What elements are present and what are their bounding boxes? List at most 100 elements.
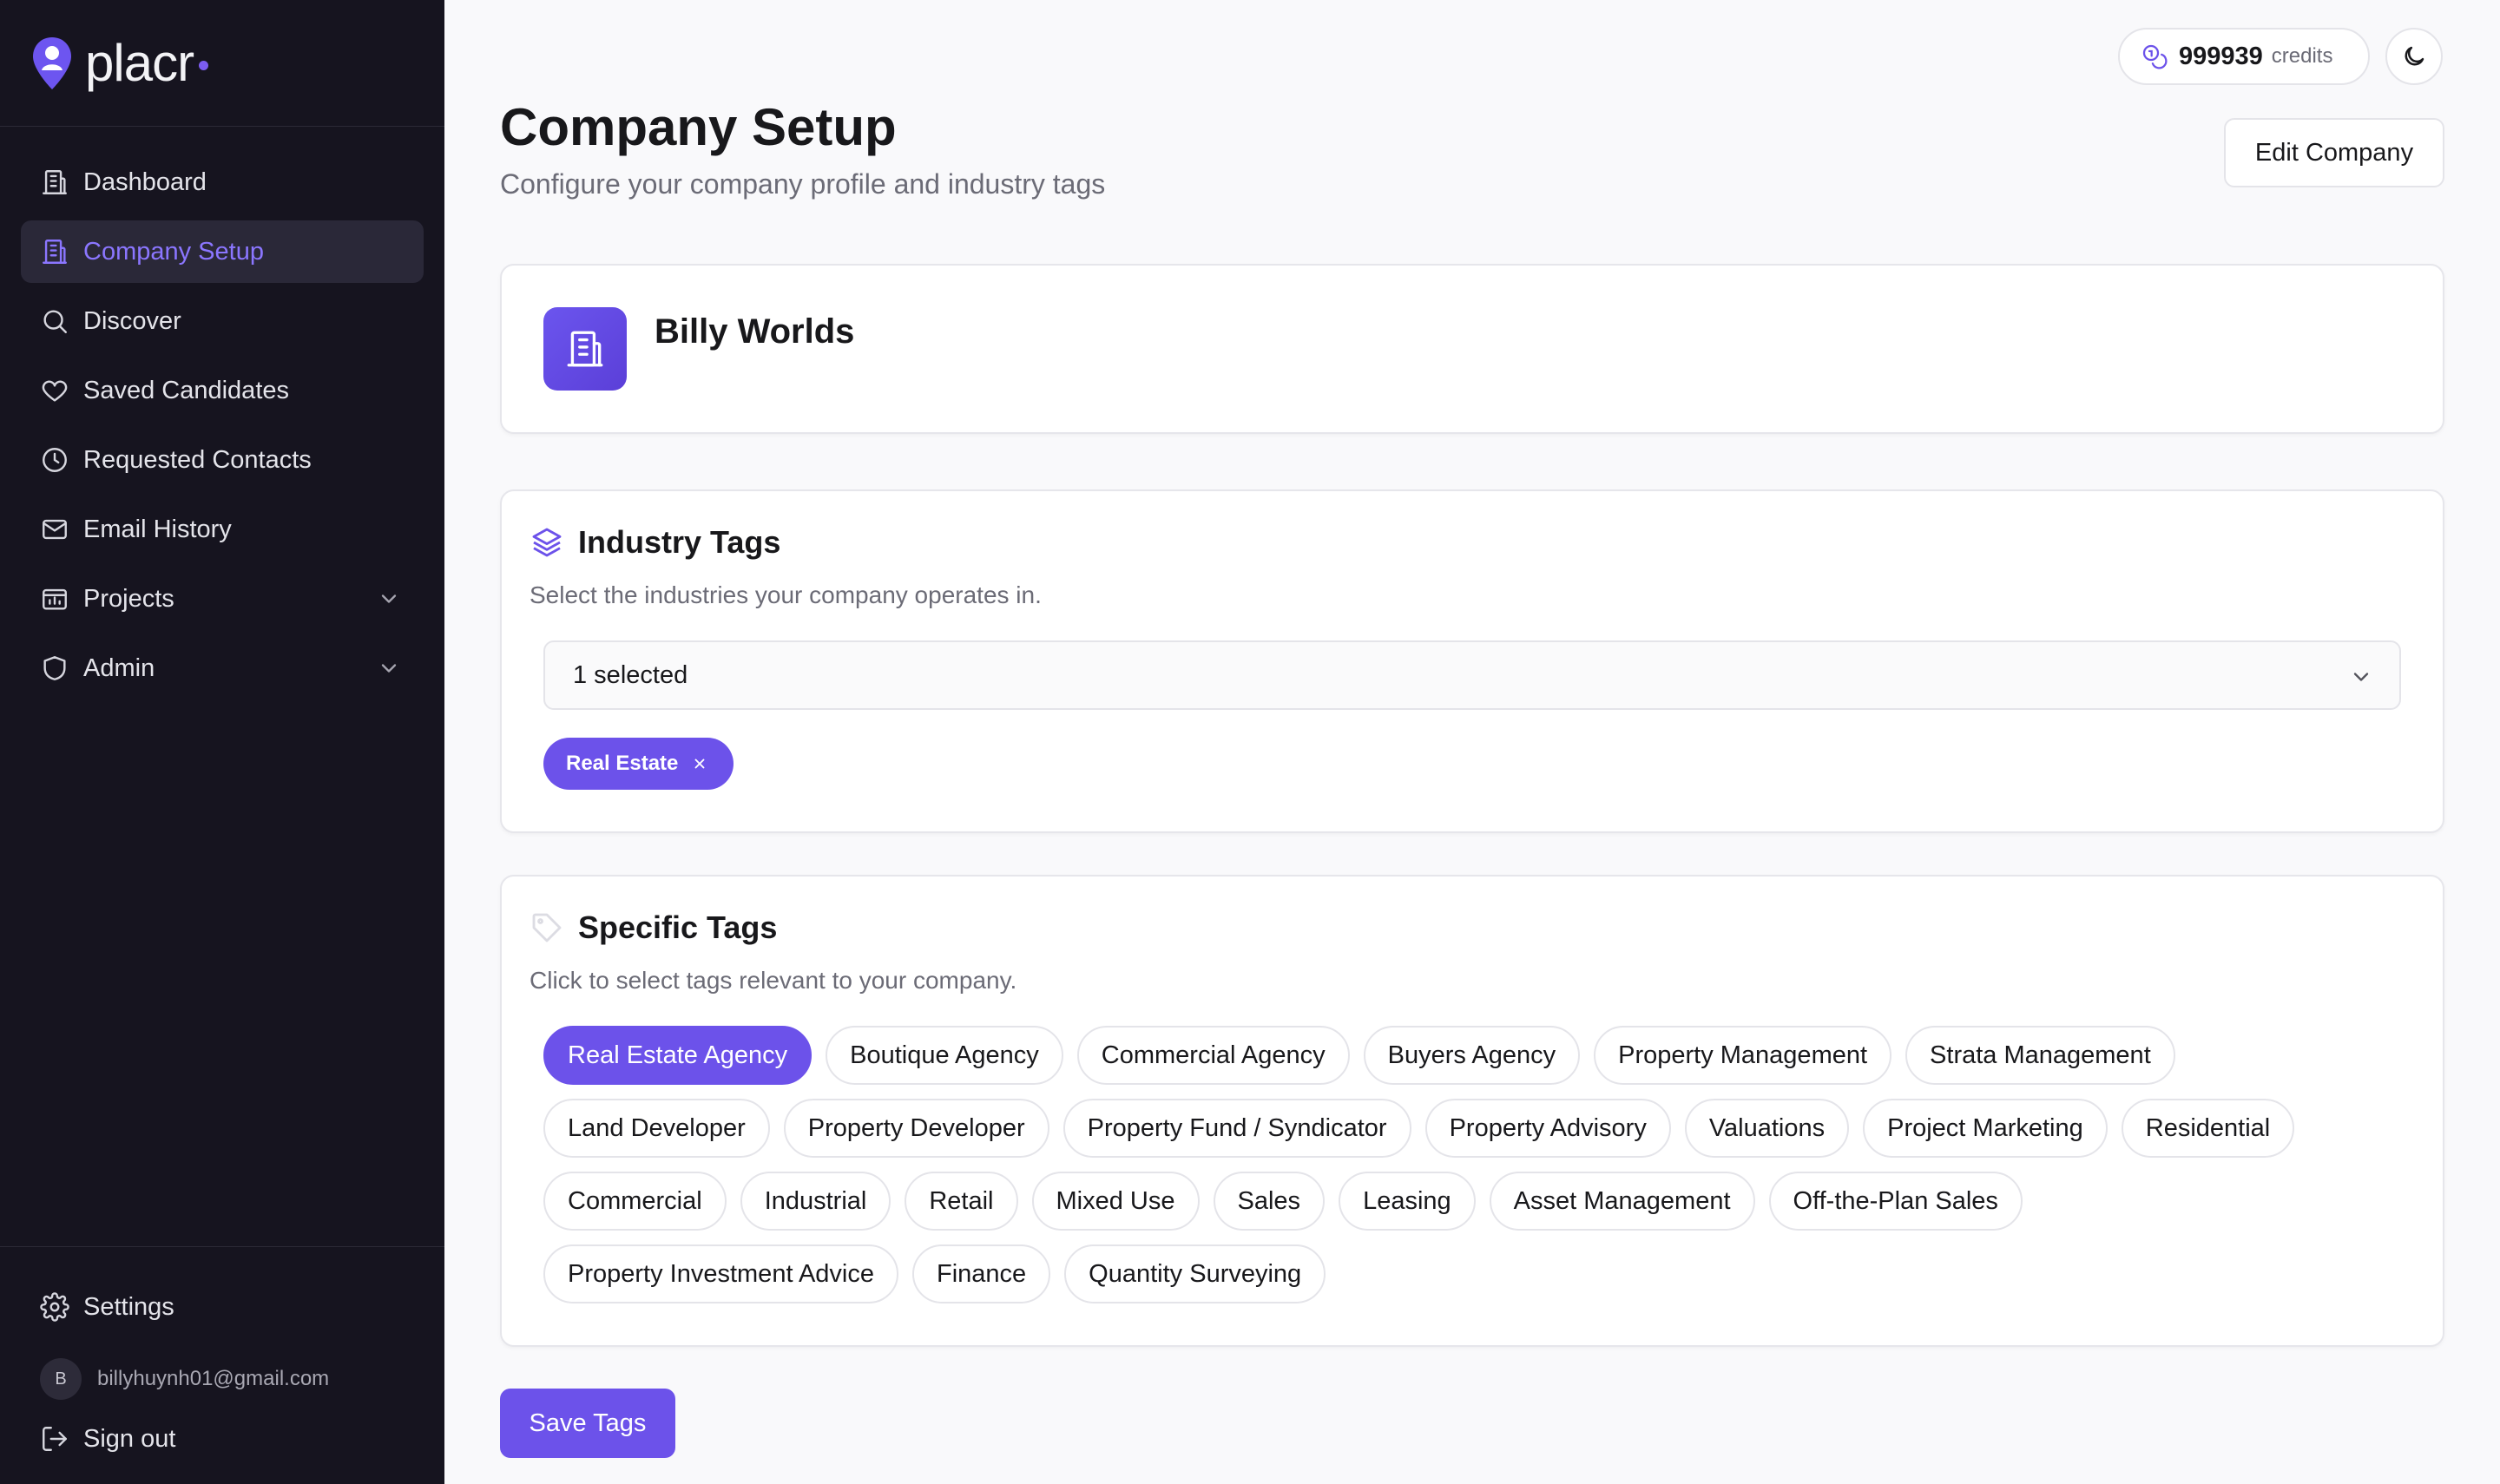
sidebar-footer: Settings B billyhuynh01@gmail.com Sign o… <box>0 1246 444 1484</box>
tag-chip[interactable]: Leasing <box>1339 1172 1476 1231</box>
tag-row: Property Investment Advice Finance Quant… <box>543 1244 2418 1303</box>
tag-icon <box>532 913 562 942</box>
heart-icon <box>42 380 68 402</box>
sidebar-item-label: Projects <box>83 584 174 613</box>
tag-row: Commercial Industrial Retail Mixed Use S… <box>543 1172 2418 1231</box>
tag-chip[interactable]: Quantity Surveying <box>1064 1244 1326 1303</box>
logo-pin-icon <box>33 36 71 89</box>
settings-link[interactable]: Settings <box>40 1292 174 1322</box>
tag-chip[interactable]: Off-the-Plan Sales <box>1768 1172 2023 1231</box>
tag-chip[interactable]: Retail <box>905 1172 1018 1231</box>
industry-select-value: 1 selected <box>573 660 688 689</box>
coins-icon <box>2142 44 2168 69</box>
tag-chip[interactable]: Sales <box>1213 1172 1326 1231</box>
brand-name: placr <box>85 34 194 92</box>
credits-label: credits <box>2271 44 2333 68</box>
tag-chip[interactable]: Property Investment Advice <box>543 1244 898 1303</box>
search-icon <box>43 310 67 333</box>
tag-chip[interactable]: Strata Management <box>1905 1026 2175 1085</box>
sidebar-item-label: Admin <box>83 653 155 682</box>
sign-out-label: Sign out <box>83 1424 176 1453</box>
tag-chip[interactable]: Commercial Agency <box>1076 1026 1350 1085</box>
chevron-down-icon <box>2353 673 2369 681</box>
sidebar-item-discover[interactable]: Discover <box>21 290 424 352</box>
sidebar-item-company-setup[interactable]: Company Setup <box>21 220 424 283</box>
tag-chip[interactable]: Property Fund / Syndicator <box>1062 1099 1411 1158</box>
close-icon[interactable] <box>692 756 707 772</box>
industry-tags-title: Industry Tags <box>578 524 781 560</box>
tag-chip[interactable]: Buyers Agency <box>1363 1026 1581 1085</box>
credits-value: 999939 <box>2179 42 2263 70</box>
industry-select[interactable]: 1 selected <box>543 640 2401 710</box>
sidebar-item-label: Email History <box>83 515 232 543</box>
mail-icon <box>43 519 67 540</box>
sidebar-item-label: Company Setup <box>83 237 264 266</box>
shield-icon <box>43 656 66 680</box>
tag-row: Real Estate Agency Boutique Agency Comme… <box>543 1026 2418 1085</box>
tag-chip[interactable]: Asset Management <box>1489 1172 1755 1231</box>
company-name: Billy Worlds <box>655 312 855 351</box>
industry-tags-description: Select the industries your company opera… <box>530 581 1042 608</box>
sign-out-icon <box>43 1427 67 1451</box>
sidebar-item-saved-candidates[interactable]: Saved Candidates <box>21 359 424 422</box>
settings-label: Settings <box>83 1292 174 1321</box>
industry-tag-chip[interactable]: Real Estate <box>543 738 734 790</box>
industry-tag-label: Real Estate <box>566 752 679 775</box>
clock-icon <box>43 448 67 472</box>
avatar: B <box>40 1358 82 1400</box>
chart-folder-icon <box>43 588 67 610</box>
sidebar-item-requested-contacts[interactable]: Requested Contacts <box>21 429 424 491</box>
sidebar-item-projects[interactable]: Projects <box>21 568 424 630</box>
sidebar-item-label: Requested Contacts <box>83 445 312 474</box>
tag-row: Land Developer Property Developer Proper… <box>543 1099 2418 1158</box>
building-icon <box>43 240 67 264</box>
credits-badge[interactable]: 999939 credits <box>2118 28 2370 85</box>
building-icon <box>567 331 603 367</box>
building-icon <box>43 170 67 194</box>
brand[interactable]: placr <box>0 0 444 127</box>
edit-company-button[interactable]: Edit Company <box>2224 118 2444 187</box>
tag-chip[interactable]: Finance <box>912 1244 1051 1303</box>
industry-tags-header: Industry Tags <box>530 524 780 561</box>
sign-out-link[interactable]: Sign out <box>40 1424 175 1454</box>
save-tags-button[interactable]: Save Tags <box>500 1389 675 1458</box>
tag-chip[interactable]: Land Developer <box>543 1099 770 1158</box>
specific-tags-card: Specific Tags Click to select tags relev… <box>500 875 2444 1347</box>
theme-toggle-button[interactable] <box>2385 28 2443 85</box>
tag-chip-selected[interactable]: Real Estate Agency <box>543 1026 812 1085</box>
chevron-down-icon[interactable] <box>377 587 401 611</box>
gear-icon <box>40 1292 69 1322</box>
page-title: Company Setup <box>500 98 897 156</box>
moon-icon <box>2405 46 2424 66</box>
sidebar-nav: Dashboard Company Setup Discover Saved C… <box>0 127 444 699</box>
specific-tags-title: Specific Tags <box>578 909 778 945</box>
tag-chip[interactable]: Residential <box>2121 1099 2295 1158</box>
tag-chip[interactable]: Industrial <box>740 1172 891 1231</box>
specific-tags-grid: Real Estate Agency Boutique Agency Comme… <box>543 1026 2418 1317</box>
industry-tags-card: Industry Tags Select the industries your… <box>500 489 2444 833</box>
company-logo <box>543 307 627 391</box>
specific-tags-header: Specific Tags <box>530 909 777 946</box>
tag-chip[interactable]: Project Marketing <box>1863 1099 2108 1158</box>
sidebar-item-label: Discover <box>83 306 181 335</box>
sidebar-item-dashboard[interactable]: Dashboard <box>21 151 424 213</box>
tag-chip[interactable]: Mixed Use <box>1031 1172 1200 1231</box>
sidebar-item-label: Saved Candidates <box>83 376 289 404</box>
tag-chip[interactable]: Property Management <box>1594 1026 1892 1085</box>
sidebar-item-label: Dashboard <box>83 167 207 196</box>
tag-chip[interactable]: Valuations <box>1684 1099 1850 1158</box>
company-card: Billy Worlds <box>500 264 2444 434</box>
tag-chip[interactable]: Property Advisory <box>1424 1099 1671 1158</box>
user-account[interactable]: B billyhuynh01@gmail.com <box>40 1358 329 1400</box>
sidebar-item-admin[interactable]: Admin <box>21 637 424 699</box>
specific-tags-description: Click to select tags relevant to your co… <box>530 967 1017 994</box>
brand-dot <box>199 61 209 70</box>
tag-chip[interactable]: Boutique Agency <box>826 1026 1063 1085</box>
tag-chip[interactable]: Property Developer <box>783 1099 1049 1158</box>
user-email: billyhuynh01@gmail.com <box>97 1367 330 1390</box>
page-subtitle: Configure your company profile and indus… <box>500 168 1106 200</box>
chevron-down-icon[interactable] <box>377 656 401 680</box>
layers-icon <box>532 528 562 557</box>
tag-chip[interactable]: Commercial <box>543 1172 727 1231</box>
sidebar-item-email-history[interactable]: Email History <box>21 498 424 561</box>
